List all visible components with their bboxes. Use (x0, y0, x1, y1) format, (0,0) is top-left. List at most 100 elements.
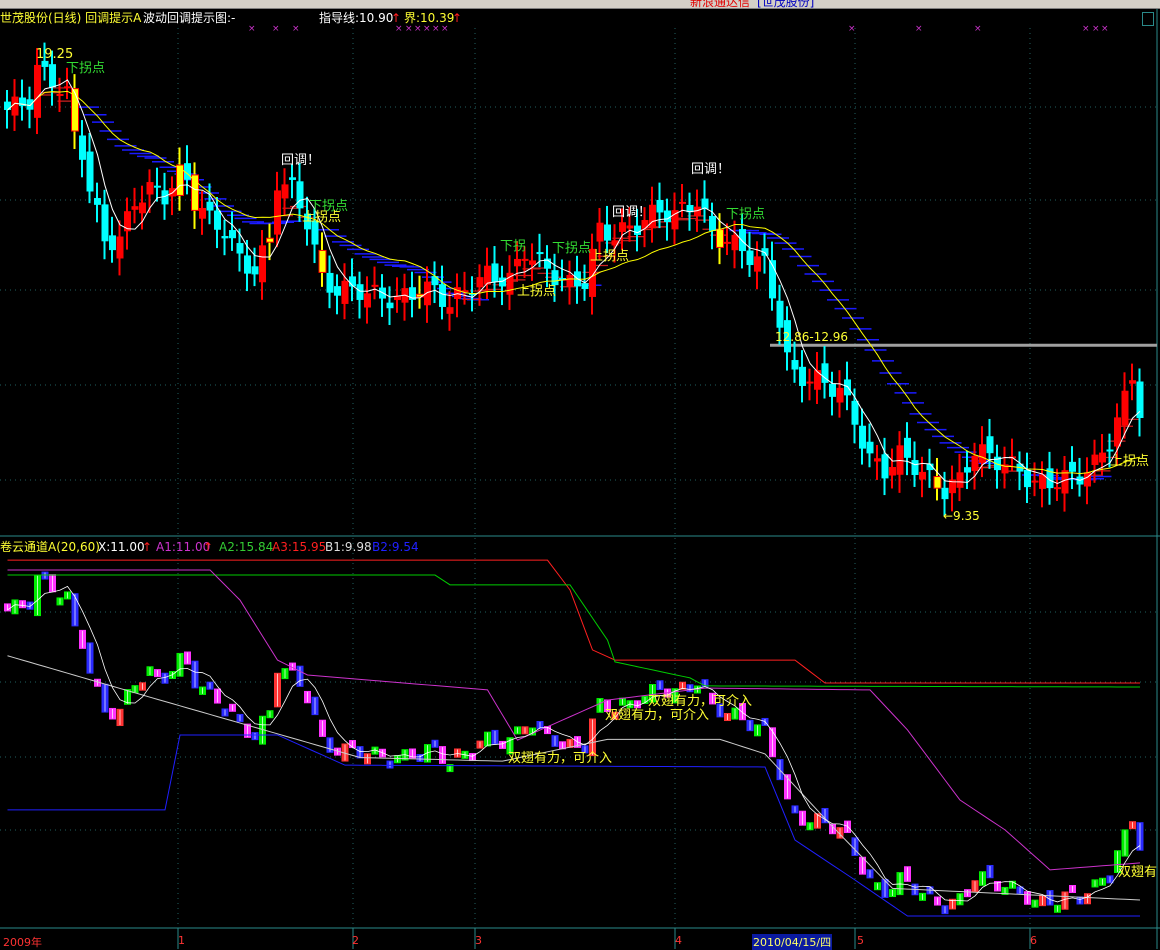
candle-body (446, 307, 454, 314)
candle-body (64, 86, 71, 89)
candle-body (439, 284, 446, 307)
x-axis-label: 2 (352, 934, 359, 947)
candle-body (1024, 469, 1031, 488)
candle-body (889, 467, 896, 476)
up-arrow-icon: ↑ (391, 11, 402, 25)
candle-body (754, 256, 761, 272)
candle-body (326, 272, 334, 293)
cursor-date-label: 2010/04/15/四 (752, 934, 833, 950)
x-axis-label: 1 (178, 934, 185, 947)
high-price-label: 19.25 (36, 47, 74, 62)
candle-body (626, 225, 634, 229)
candle-body (259, 245, 266, 283)
candle-body (289, 177, 296, 180)
candle-body (521, 258, 529, 261)
candle-body (364, 293, 371, 308)
up-arrow-icon: ↑ (142, 540, 153, 554)
candle-body (581, 283, 589, 290)
candle-body (836, 387, 844, 403)
up-turn-label: 上拐点 (590, 249, 630, 264)
signal-marker-icon: × (414, 24, 422, 34)
signal-marker-icon: × (1082, 24, 1090, 34)
candle-body (131, 206, 139, 210)
pullback-label: 回调！ (691, 162, 731, 177)
signal-marker-icon: × (848, 24, 856, 34)
candle-body (1099, 452, 1106, 463)
candle-body (86, 151, 94, 192)
candle-body (874, 458, 881, 462)
a3-value: A3:15.95 (272, 540, 327, 554)
candle-body (94, 198, 101, 205)
signal-marker-icon: × (395, 24, 403, 34)
up-arrow-icon: ↑ (452, 11, 463, 25)
up-turn-label: 上拐点 (517, 284, 557, 299)
candle-body (4, 101, 11, 110)
candle-body (244, 255, 251, 274)
candle-body (386, 302, 394, 309)
guide-line-value: 指导线:10.90 (319, 11, 394, 25)
candle-body (139, 202, 146, 214)
candle-body (1069, 461, 1076, 472)
pullback-label: 回调！ (612, 205, 652, 220)
signal-marker-icon: × (974, 24, 982, 34)
x-axis-label: 3 (475, 934, 482, 947)
candle-body (356, 284, 364, 300)
up-turn-label: 上拐点 (1110, 454, 1150, 469)
x-value: X:11.00 (98, 540, 145, 554)
signal-marker-icon: × (1092, 24, 1100, 34)
candle-body (371, 284, 379, 287)
candle-body (424, 281, 431, 306)
candle-body (919, 471, 926, 480)
candle-body (101, 204, 109, 242)
candle-body (281, 184, 289, 199)
x-axis-label: 5 (857, 934, 864, 947)
candle-body (221, 236, 229, 239)
signal-marker-icon: × (441, 24, 449, 34)
candle-body (334, 286, 341, 296)
entry-signal-label: 双翅有力，可介入 (648, 694, 753, 709)
candle-body (619, 222, 626, 232)
channel-ma-line (7, 585, 1141, 903)
candle-body (79, 135, 86, 160)
ma-long-line (7, 90, 1141, 475)
candle-body (49, 64, 56, 88)
candle-body (866, 441, 874, 454)
candle-body (829, 383, 836, 397)
x-axis-label: 4 (675, 934, 682, 947)
ma-short-line (7, 79, 1141, 485)
candle-body (859, 425, 866, 449)
candle-body (551, 270, 559, 286)
panel-toggle-icon[interactable] (1142, 12, 1154, 26)
candle-body (529, 260, 536, 265)
x-axis-label: 2009年 (3, 936, 42, 949)
candle-body (724, 241, 731, 244)
candle-body (274, 190, 281, 235)
candle-body (431, 276, 439, 286)
signal-marker-icon: × (272, 24, 280, 34)
down-turn-label: 下拐 (500, 239, 527, 254)
channel-line-b1 (7, 655, 1141, 901)
candle-body (1054, 487, 1061, 490)
candle-body (814, 370, 821, 390)
candle-body (799, 366, 806, 386)
candle-body (791, 360, 799, 370)
a2-value: A2:15.84 (219, 540, 274, 554)
candle-body (604, 224, 611, 241)
candle-body (851, 400, 859, 425)
signal-marker-icon: × (292, 24, 300, 34)
signal-marker-icon: × (248, 24, 256, 34)
top-indicator-subtitle: 波动回调提示图:- (143, 11, 236, 25)
chart-canvas[interactable] (0, 0, 1160, 949)
candle-body (56, 93, 64, 96)
up-turn-label: 上拐点 (302, 210, 342, 225)
up-arrow-icon: ↑ (203, 540, 214, 554)
candle-body (191, 174, 199, 211)
candle-body (1136, 381, 1144, 418)
candle-body (716, 229, 724, 248)
entry-signal-label: 双翅有 (1118, 865, 1158, 880)
candle-body (933, 476, 942, 489)
candle-body (709, 215, 716, 231)
candle-body (641, 220, 649, 229)
entry-signal-label: 双翅有力，可介入 (508, 751, 613, 766)
candle-body (881, 454, 889, 479)
